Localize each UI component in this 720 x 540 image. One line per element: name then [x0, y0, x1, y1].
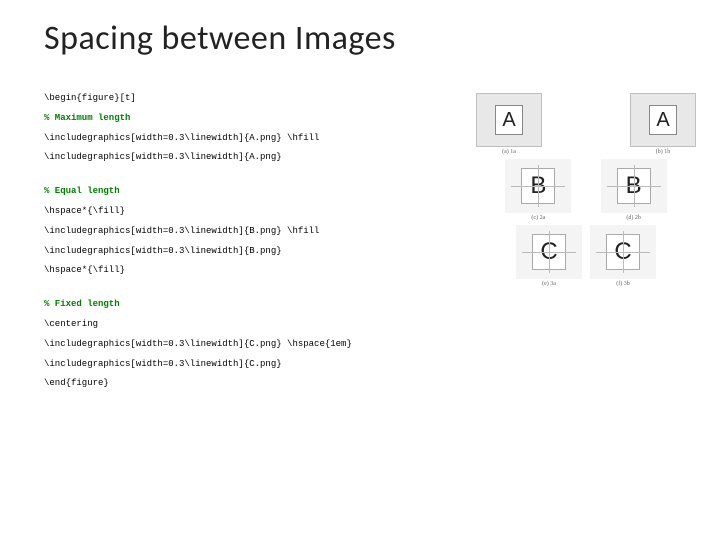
latex-code-block: \begin{figure}[t] % Maximum length \incl… [44, 89, 476, 408]
code-line: \includegraphics[width=0.3\linewidth]{B.… [44, 242, 476, 262]
code-line: \begin{figure}[t] [44, 89, 476, 109]
caption: (a) 1a [476, 149, 542, 155]
code-line: \centering [44, 315, 476, 335]
caption: (b) 1b [630, 149, 696, 155]
code-comment-max: % Maximum length [44, 109, 476, 129]
figure-tile: B (d) 2b [601, 159, 667, 221]
code-line: \includegraphics[width=0.3\linewidth]{A.… [44, 148, 476, 168]
code-line: \includegraphics[width=0.3\linewidth]{C.… [44, 335, 476, 355]
figure-tile: A (a) 1a [476, 93, 542, 155]
figure-tile: C (f) 3b [590, 225, 656, 287]
code-line: \hspace*{\fill} [44, 261, 476, 281]
thumbnail-c2: C [590, 225, 656, 279]
figure-preview: A (a) 1a A (b) 1b B (c) 2a [476, 89, 696, 408]
caption: (c) 2a [505, 215, 571, 221]
figure-tile: B (c) 2a [505, 159, 571, 221]
figure-row-c: C (e) 3a C (f) 3b [476, 225, 696, 287]
letter-label: A [649, 105, 677, 135]
letter-label: C [606, 234, 640, 270]
thumbnail-c1: C [516, 225, 582, 279]
code-line: \includegraphics[width=0.3\linewidth]{B.… [44, 222, 476, 242]
page-title: Spacing between Images [0, 0, 720, 59]
caption: (d) 2b [601, 215, 667, 221]
code-line: \end{figure} [44, 374, 476, 394]
figure-tile: C (e) 3a [516, 225, 582, 287]
code-line: \hspace*{\fill} [44, 202, 476, 222]
thumbnail-a1: A [476, 93, 542, 147]
figure-tile: A (b) 1b [630, 93, 696, 155]
thumbnail-a2: A [630, 93, 696, 147]
code-comment-equal: % Equal length [44, 182, 476, 202]
content-area: \begin{figure}[t] % Maximum length \incl… [0, 59, 720, 408]
code-comment-fixed: % Fixed length [44, 295, 476, 315]
caption: (f) 3b [590, 281, 656, 287]
letter-label: B [617, 168, 651, 204]
code-line: \includegraphics[width=0.3\linewidth]{A.… [44, 129, 476, 149]
figure-row-b: B (c) 2a B (d) 2b [476, 159, 696, 221]
caption: (e) 3a [516, 281, 582, 287]
thumbnail-b2: B [601, 159, 667, 213]
code-line: \includegraphics[width=0.3\linewidth]{C.… [44, 355, 476, 375]
letter-label: C [532, 234, 566, 270]
thumbnail-b1: B [505, 159, 571, 213]
letter-label: B [521, 168, 555, 204]
letter-label: A [495, 105, 523, 135]
figure-row-a: A (a) 1a A (b) 1b [476, 93, 696, 155]
